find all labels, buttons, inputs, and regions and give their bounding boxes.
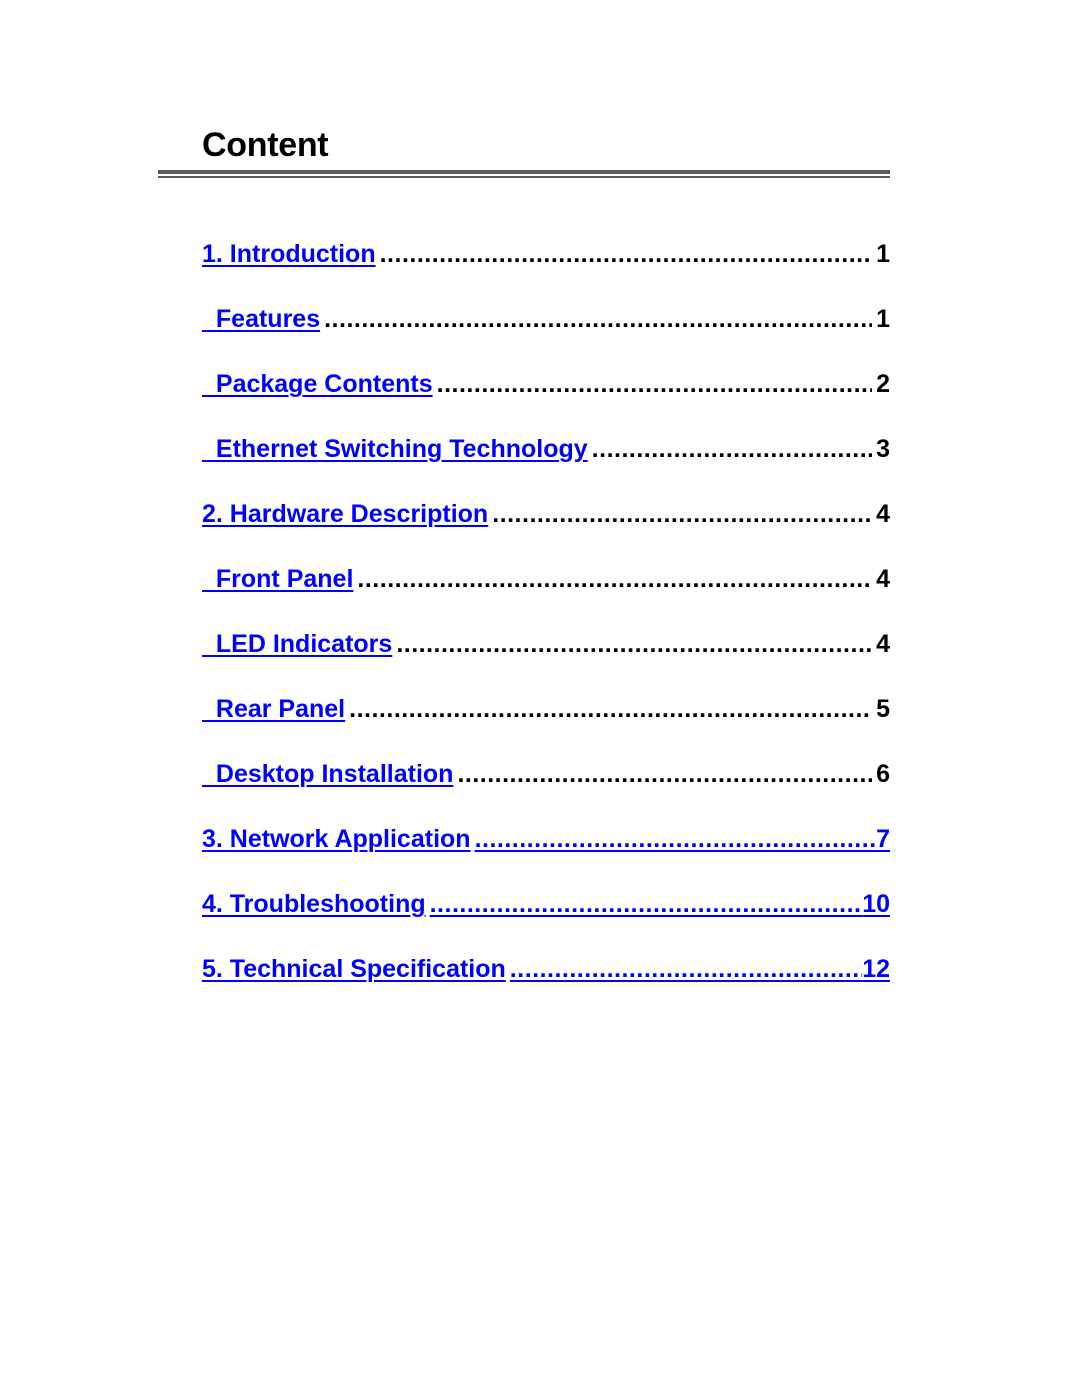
divider-thick-line <box>158 170 890 174</box>
toc-entry-page: 5 <box>876 695 890 723</box>
toc-leader-dots[interactable] <box>471 825 877 854</box>
toc-leader-dots <box>437 370 872 399</box>
toc-leader-dots <box>349 695 872 724</box>
toc-entry-label[interactable]: Package Contents <box>202 370 433 399</box>
toc-entry-network-application[interactable]: 3. Network Application 7 <box>202 825 890 890</box>
toc-entry-package-contents[interactable]: Package Contents 2 <box>202 370 890 435</box>
toc-entry-page[interactable]: 7 <box>876 825 890 854</box>
toc-leader-dots <box>592 435 872 464</box>
toc-entry-label[interactable]: 3. Network Application <box>202 825 471 854</box>
toc-entry-page: 4 <box>876 630 890 658</box>
toc-entry-page[interactable]: 12 <box>862 955 890 984</box>
toc-entry-page[interactable]: 10 <box>862 890 890 919</box>
toc-entry-hardware-description[interactable]: 2. Hardware Description 4 <box>202 500 890 565</box>
toc-entry-label[interactable]: Rear Panel <box>202 695 345 724</box>
toc-entry-led-indicators[interactable]: LED Indicators 4 <box>202 630 890 695</box>
toc-leader-dots <box>492 500 872 529</box>
toc-entry-label[interactable]: Features <box>202 305 320 334</box>
toc-entry-label[interactable]: 1. Introduction <box>202 240 376 269</box>
toc-entry-front-panel[interactable]: Front Panel 4 <box>202 565 890 630</box>
toc-entry-label[interactable]: Desktop Installation <box>202 760 454 789</box>
toc-entry-desktop-installation[interactable]: Desktop Installation 6 <box>202 760 890 825</box>
toc-entry-features[interactable]: Features 1 <box>202 305 890 370</box>
toc-entry-label[interactable]: 2. Hardware Description <box>202 500 488 529</box>
title-divider <box>158 170 890 180</box>
toc-entry-page: 4 <box>876 565 890 593</box>
toc-entry-label[interactable]: 4. Troubleshooting <box>202 890 426 919</box>
toc-leader-dots[interactable] <box>506 955 862 984</box>
toc-entry-page: 1 <box>876 240 890 268</box>
toc-leader-dots <box>357 565 872 594</box>
toc-entry-ethernet-switching[interactable]: Ethernet Switching Technology 3 <box>202 435 890 500</box>
toc-leader-dots[interactable] <box>426 890 863 919</box>
table-of-contents: 1. Introduction 1 Features 1 Package Con… <box>202 240 890 1020</box>
toc-entry-label[interactable]: 5. Technical Specification <box>202 955 506 984</box>
toc-entry-page: 1 <box>876 305 890 333</box>
toc-entry-label[interactable]: Front Panel <box>202 565 354 594</box>
toc-leader-dots <box>396 630 872 659</box>
toc-entry-technical-specification[interactable]: 5. Technical Specification 12 <box>202 955 890 1020</box>
toc-entry-page: 6 <box>876 760 890 788</box>
toc-leader-dots <box>324 305 872 334</box>
page-title: Content <box>202 126 329 164</box>
toc-entry-page: 2 <box>876 370 890 398</box>
toc-entry-page: 4 <box>876 500 890 528</box>
toc-entry-rear-panel[interactable]: Rear Panel 5 <box>202 695 890 760</box>
divider-thin-line <box>158 176 890 178</box>
toc-entry-page: 3 <box>876 435 890 463</box>
toc-leader-dots <box>380 240 872 269</box>
toc-entry-label[interactable]: Ethernet Switching Technology <box>202 435 588 464</box>
toc-leader-dots <box>457 760 872 789</box>
toc-entry-introduction[interactable]: 1. Introduction 1 <box>202 240 890 305</box>
toc-entry-label[interactable]: LED Indicators <box>202 630 392 659</box>
toc-entry-troubleshooting[interactable]: 4. Troubleshooting 10 <box>202 890 890 955</box>
